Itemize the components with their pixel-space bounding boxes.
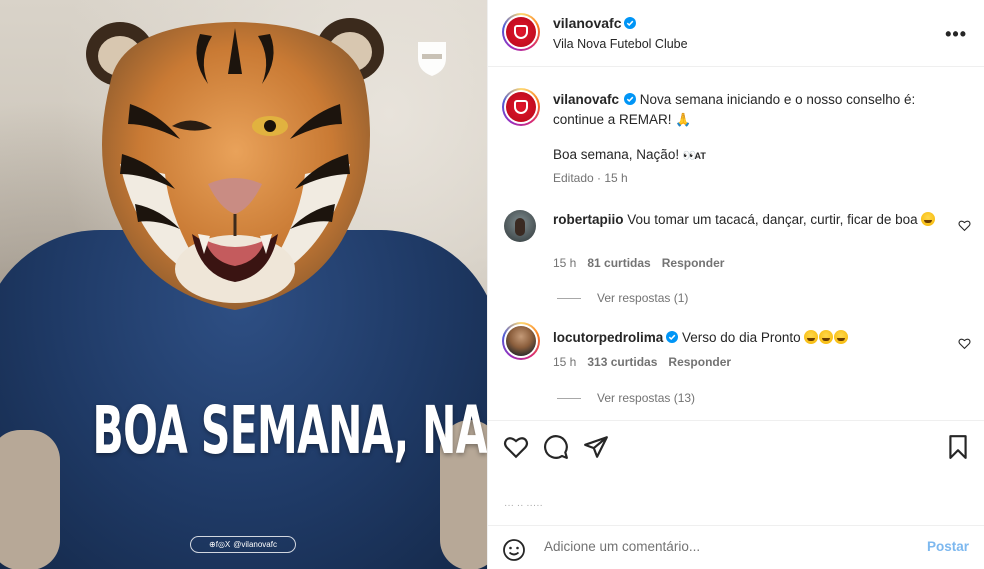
replies-divider [557,397,581,399]
view-replies-label: Ver respostas (13) [597,391,696,405]
share-paper-plane-icon[interactable] [583,434,609,460]
reply-button[interactable]: Responder [662,256,725,270]
comment-likes[interactable]: 81 curtidas [587,256,650,270]
reply-button[interactable]: Responder [668,355,731,369]
post-details-panel: vilanovafc Vila Nova Futebol Clube ••• v… [487,0,984,569]
faded-likes-text: ··· ·· ····· [504,500,543,511]
laughing-emoji-icon [834,330,849,344]
emoji-picker-icon[interactable] [502,538,526,562]
commenter-username[interactable]: robertapiio [553,212,624,227]
like-heart-icon[interactable] [503,434,529,460]
verified-badge-icon [666,331,679,343]
left-arm [0,430,60,569]
comment-meta: 15 h 313 curtidas Responder [553,355,731,369]
commenter-avatar[interactable] [504,210,536,242]
club-logo-icon [514,25,528,39]
comment-bubble-icon[interactable] [543,434,569,460]
save-bookmark-icon[interactable] [945,434,971,460]
comment-text: locutorpedrolima Verso do dia Pronto [553,328,938,348]
caption-line2: Boa semana, Nação! [553,147,680,162]
caption-username[interactable]: vilanovafc [553,92,619,107]
view-replies-label: Ver respostas (1) [597,291,689,305]
caption-emoji-label: AT [694,151,706,161]
verified-badge-icon [624,17,637,29]
club-logo-icon [514,100,528,114]
club-crest-icon [418,42,446,76]
caption-meta: Editado · 15 h [553,171,628,185]
post-actions-bar [488,420,984,472]
verified-badge-icon [624,93,637,105]
post-header: vilanovafc Vila Nova Futebol Clube ••• [488,0,984,67]
comment-text: robertapiio Vou tomar um tacacá, dançar,… [553,210,938,230]
laughing-emoji-icon [921,212,936,226]
header-subtitle: Vila Nova Futebol Clube [553,37,688,51]
comment-body: Verso do dia Pronto [682,330,801,345]
comment-time: 15 h [553,355,577,369]
comment-input[interactable] [544,539,904,554]
laughing-emoji-icon [804,330,819,344]
eyes-emoji-icon: 👀 [682,150,697,162]
tiger-head-illustration [86,18,384,310]
social-handles-pill: ⊕f◎X @vilanovafc [190,536,296,553]
instagram-post: BOA SEMANA, NAÇÃO! ⊕f◎X @vilanovafc vila… [0,0,984,569]
comment-body: Vou tomar um tacacá, dançar, curtir, fic… [627,212,918,227]
post-comment-button[interactable]: Postar [927,539,969,554]
headline-text: BOA SEMANA, NAÇÃO! [92,392,487,469]
add-comment-bar: Postar [488,525,984,569]
social-icons: ⊕f◎X [209,540,231,549]
folded-hands-icon: 🙏 [675,112,692,127]
comment-meta: 15 h 81 curtidas Responder [553,256,724,270]
post-image: BOA SEMANA, NAÇÃO! ⊕f◎X @vilanovafc [0,0,487,569]
comment-like-icon[interactable] [958,337,971,350]
social-handle: @vilanovafc [233,540,277,549]
commenter-username[interactable]: locutorpedrolima [553,330,663,345]
laughing-emoji-icon [819,330,834,344]
caption: vilanovafc Nova semana iniciando e o nos… [553,90,933,188]
view-replies-button[interactable]: Ver respostas (13) [557,391,695,405]
caption-avatar[interactable] [502,88,540,126]
more-options-icon[interactable]: ••• [945,24,967,45]
replies-divider [557,297,581,299]
comments-area: vilanovafc Nova semana iniciando e o nos… [488,68,984,423]
header-username[interactable]: vilanovafc [553,15,621,31]
view-replies-button[interactable]: Ver respostas (1) [557,291,688,305]
commenter-avatar[interactable] [502,322,540,360]
comment-like-icon[interactable] [958,219,971,232]
comment-likes[interactable]: 313 curtidas [587,355,657,369]
header-avatar[interactable] [502,13,540,51]
comment-time: 15 h [553,256,577,270]
